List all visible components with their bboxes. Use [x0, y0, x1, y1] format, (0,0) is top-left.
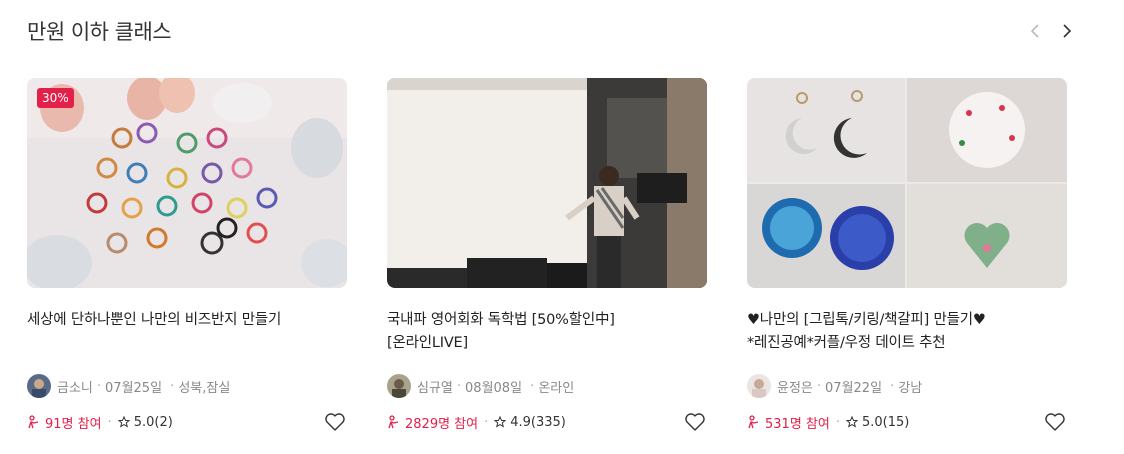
participants-count: 2829명 참여: [387, 413, 478, 432]
star-icon: [117, 416, 130, 428]
participants-count: 91명 참여: [27, 413, 102, 432]
rating-value: 5.0(15): [861, 414, 910, 430]
class-title[interactable]: 세상에 단하나뿐인 나만의 비즈반지 만들기: [27, 309, 347, 355]
user-hand-icon: [28, 415, 39, 429]
class-title-line: [온라인LIVE]: [387, 335, 468, 351]
separator-dot: ·: [835, 414, 840, 430]
resin-craft-image: [747, 78, 1067, 288]
class-date: 07월25일: [105, 380, 163, 396]
participants-label: 91명 참여: [45, 416, 102, 432]
class-meta: 금소니 · 07월25일 · 성북,잠실: [27, 374, 347, 398]
star-icon: [494, 416, 507, 428]
class-thumbnail[interactable]: [387, 78, 707, 288]
avatar[interactable]: [747, 374, 771, 398]
english-lecture-image: [387, 78, 707, 288]
star-icon: [845, 416, 858, 428]
avatar[interactable]: [27, 374, 51, 398]
participants-label: 531명 참여: [765, 416, 830, 432]
class-title-line: *레진공예*커플/우정 데이트 추천: [747, 335, 946, 351]
chevron-left-icon: [1030, 24, 1039, 38]
class-meta: 심규열 · 08월08일 · 온라인: [387, 374, 707, 398]
heart-icon[interactable]: [683, 410, 707, 434]
discount-badge: 30%: [37, 88, 74, 108]
prev-button[interactable]: [1026, 20, 1044, 42]
next-button[interactable]: [1058, 20, 1076, 42]
participants-count: 531명 참여: [747, 413, 830, 432]
class-stats: 531명 참여 · 5.0(15): [747, 410, 1067, 434]
class-thumbnail[interactable]: [747, 78, 1067, 288]
class-card[interactable]: 국내파 영어회화 독학법 [50%할인中] [온라인LIVE] 심규열 · 08…: [387, 78, 707, 434]
class-thumbnail[interactable]: 30%: [27, 78, 347, 288]
separator-dot: ·: [166, 378, 175, 394]
class-card[interactable]: 30% 세상에 단하나뿐인 나만의 비즈반지 만들기 금소니 · 07월25일 …: [27, 78, 347, 434]
chevron-right-icon: [1063, 24, 1072, 38]
bead-rings-image: [27, 78, 347, 288]
class-title-line: 세상에 단하나뿐인 나만의 비즈반지 만들기: [27, 312, 282, 328]
rating: 4.9(335): [494, 415, 566, 430]
class-stats: 2829명 참여 · 4.9(335): [387, 410, 707, 434]
carousel-nav: [1026, 20, 1076, 42]
class-location: 성북,잠실: [178, 380, 231, 396]
rating-value: 4.9(335): [510, 414, 566, 430]
class-card[interactable]: ♥나만의 [그립톡/키링/책갈피] 만들기♥ *레진공예*커플/우정 데이트 추…: [747, 78, 1067, 434]
separator-dot: ·: [816, 378, 822, 394]
user-hand-icon: [748, 415, 759, 429]
separator-dot: ·: [96, 378, 102, 394]
separator-dot: ·: [456, 378, 462, 394]
separator-dot: ·: [886, 378, 895, 394]
participants-label: 2829명 참여: [405, 416, 479, 432]
class-meta: 윤정은 · 07월22일 · 강남: [747, 374, 1067, 398]
class-card-list: 30% 세상에 단하나뿐인 나만의 비즈반지 만들기 금소니 · 07월25일 …: [27, 78, 1067, 434]
avatar[interactable]: [387, 374, 411, 398]
heart-icon[interactable]: [1043, 410, 1067, 434]
class-title-line: 국내파 영어회화 독학법 [50%할인中]: [387, 312, 615, 328]
class-location: 강남: [898, 380, 923, 396]
separator-dot: ·: [526, 378, 535, 394]
separator-dot: ·: [484, 414, 489, 430]
separator-dot: ·: [107, 414, 112, 430]
heart-icon[interactable]: [323, 410, 347, 434]
class-date: 08월08일: [465, 380, 523, 396]
creator-name[interactable]: 심규열: [417, 377, 453, 396]
class-title[interactable]: 국내파 영어회화 독학법 [50%할인中] [온라인LIVE]: [387, 309, 707, 355]
rating: 5.0(15): [845, 414, 910, 430]
class-title[interactable]: ♥나만의 [그립톡/키링/책갈피] 만들기♥ *레진공예*커플/우정 데이트 추…: [747, 309, 1067, 355]
rating-value: 5.0(2): [133, 414, 173, 430]
class-location: 온라인: [538, 380, 575, 396]
class-stats: 91명 참여 · 5.0(2): [27, 410, 347, 434]
section-title: 만원 이하 클래스: [27, 20, 172, 44]
creator-name[interactable]: 윤정은: [777, 377, 813, 396]
class-date: 07월22일: [825, 380, 883, 396]
user-hand-icon: [388, 415, 399, 429]
creator-name[interactable]: 금소니: [57, 377, 93, 396]
class-title-line: ♥나만의 [그립톡/키링/책갈피] 만들기♥: [747, 312, 986, 328]
rating: 5.0(2): [117, 414, 173, 430]
